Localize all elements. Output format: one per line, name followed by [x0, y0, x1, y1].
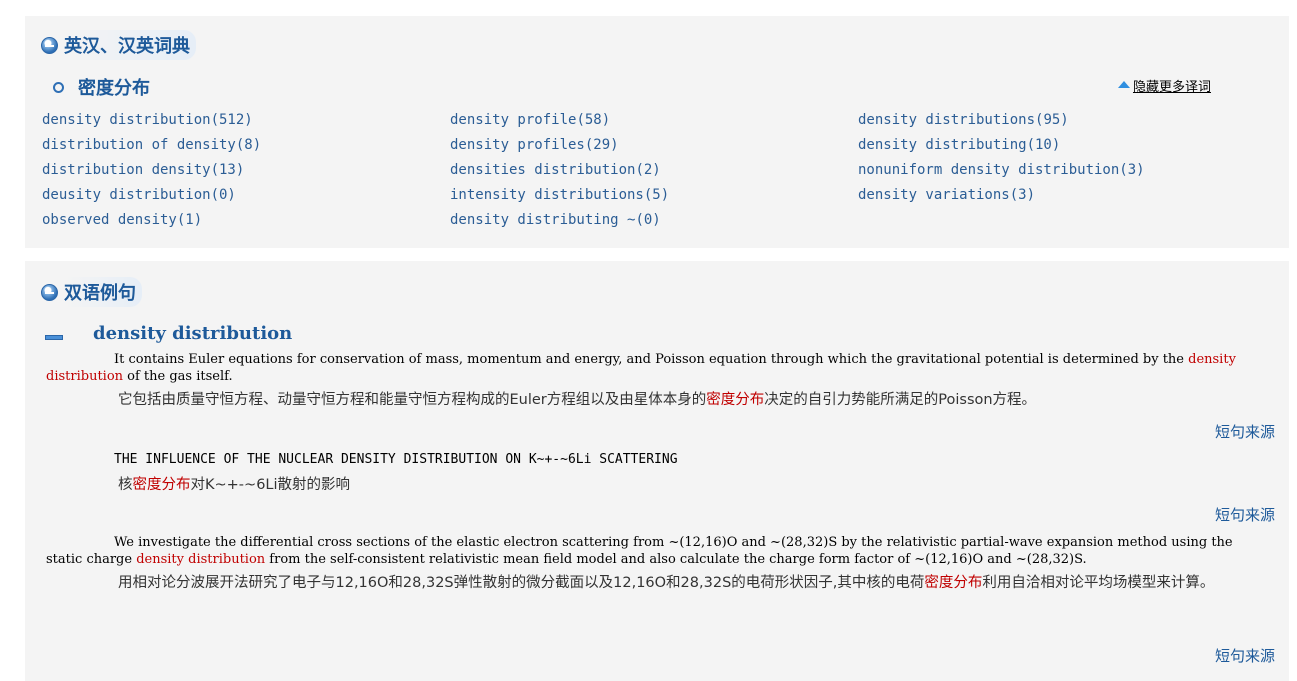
source-link[interactable]: 短句来源 [1215, 504, 1275, 525]
section-bullet-icon [41, 36, 58, 54]
hide-more-link[interactable]: 隐藏更多译词 [1117, 76, 1211, 95]
example-term-header: density distribution [45, 323, 292, 344]
example-english: It contains Euler equations for conserva… [46, 352, 1236, 384]
term-title: 密度分布 [78, 78, 150, 99]
examples-section-title: 双语例句 [64, 277, 142, 307]
translation-item[interactable]: densities distribution(2) [450, 158, 858, 183]
translation-item[interactable]: nonuniform density distribution(3) [858, 158, 1282, 183]
translation-item[interactable]: deusity distribution(0) [42, 183, 450, 208]
dictionary-panel: 英汉、汉英词典 密度分布 隐藏更多译词 density distribution… [25, 16, 1289, 248]
collapse-minus-icon[interactable] [45, 335, 63, 340]
section-bullet-icon [41, 283, 58, 301]
dictionary-header: 英汉、汉英词典 [41, 30, 196, 60]
translation-item[interactable]: distribution of density(8) [42, 133, 450, 158]
examples-header: 双语例句 [41, 277, 142, 307]
dictionary-section-title: 英汉、汉英词典 [64, 30, 196, 60]
example-english: We investigate the differential cross se… [46, 535, 1233, 567]
example-item: THE INFLUENCE OF THE NUCLEAR DENSITY DIS… [46, 451, 1270, 497]
up-arrow-icon [1117, 81, 1130, 88]
translation-item[interactable]: intensity distributions(5) [450, 183, 858, 208]
example-chinese: 它包括由质量守恒方程、动量守恒方程和能量守恒方程构成的Euler方程组以及由星体… [118, 392, 1037, 408]
translation-item[interactable]: density profiles(29) [450, 133, 858, 158]
ring-bullet-icon [53, 81, 64, 93]
example-chinese: 核密度分布对K~+-~6Li散射的影响 [118, 477, 351, 493]
translation-item[interactable]: density profile(58) [450, 108, 858, 133]
translation-item[interactable]: observed density(1) [42, 208, 450, 233]
hide-more-label[interactable]: 隐藏更多译词 [1133, 76, 1211, 95]
example-term-title: density distribution [93, 323, 293, 344]
term-header: 密度分布 [53, 74, 150, 100]
example-item: We investigate the differential cross se… [46, 534, 1270, 595]
translation-item[interactable]: density variations(3) [858, 183, 1282, 208]
translation-item[interactable]: density distributions(95) [858, 108, 1282, 133]
translation-item[interactable]: density distributing ~(0) [450, 208, 858, 233]
source-link[interactable]: 短句来源 [1215, 645, 1275, 666]
example-item: It contains Euler equations for conserva… [46, 351, 1270, 412]
translation-list: density distribution(512) density profil… [42, 108, 1282, 233]
translation-item[interactable]: density distributing(10) [858, 133, 1282, 158]
translation-item[interactable]: distribution density(13) [42, 158, 450, 183]
translation-item[interactable]: density distribution(512) [42, 108, 450, 133]
example-english: THE INFLUENCE OF THE NUCLEAR DENSITY DIS… [114, 452, 678, 467]
examples-panel: 双语例句 density distribution It contains Eu… [25, 261, 1289, 681]
example-chinese: 用相对论分波展开法研究了电子与12,16O和28,32S弹性散射的微分截面以及1… [118, 575, 1215, 591]
source-link[interactable]: 短句来源 [1215, 421, 1275, 442]
